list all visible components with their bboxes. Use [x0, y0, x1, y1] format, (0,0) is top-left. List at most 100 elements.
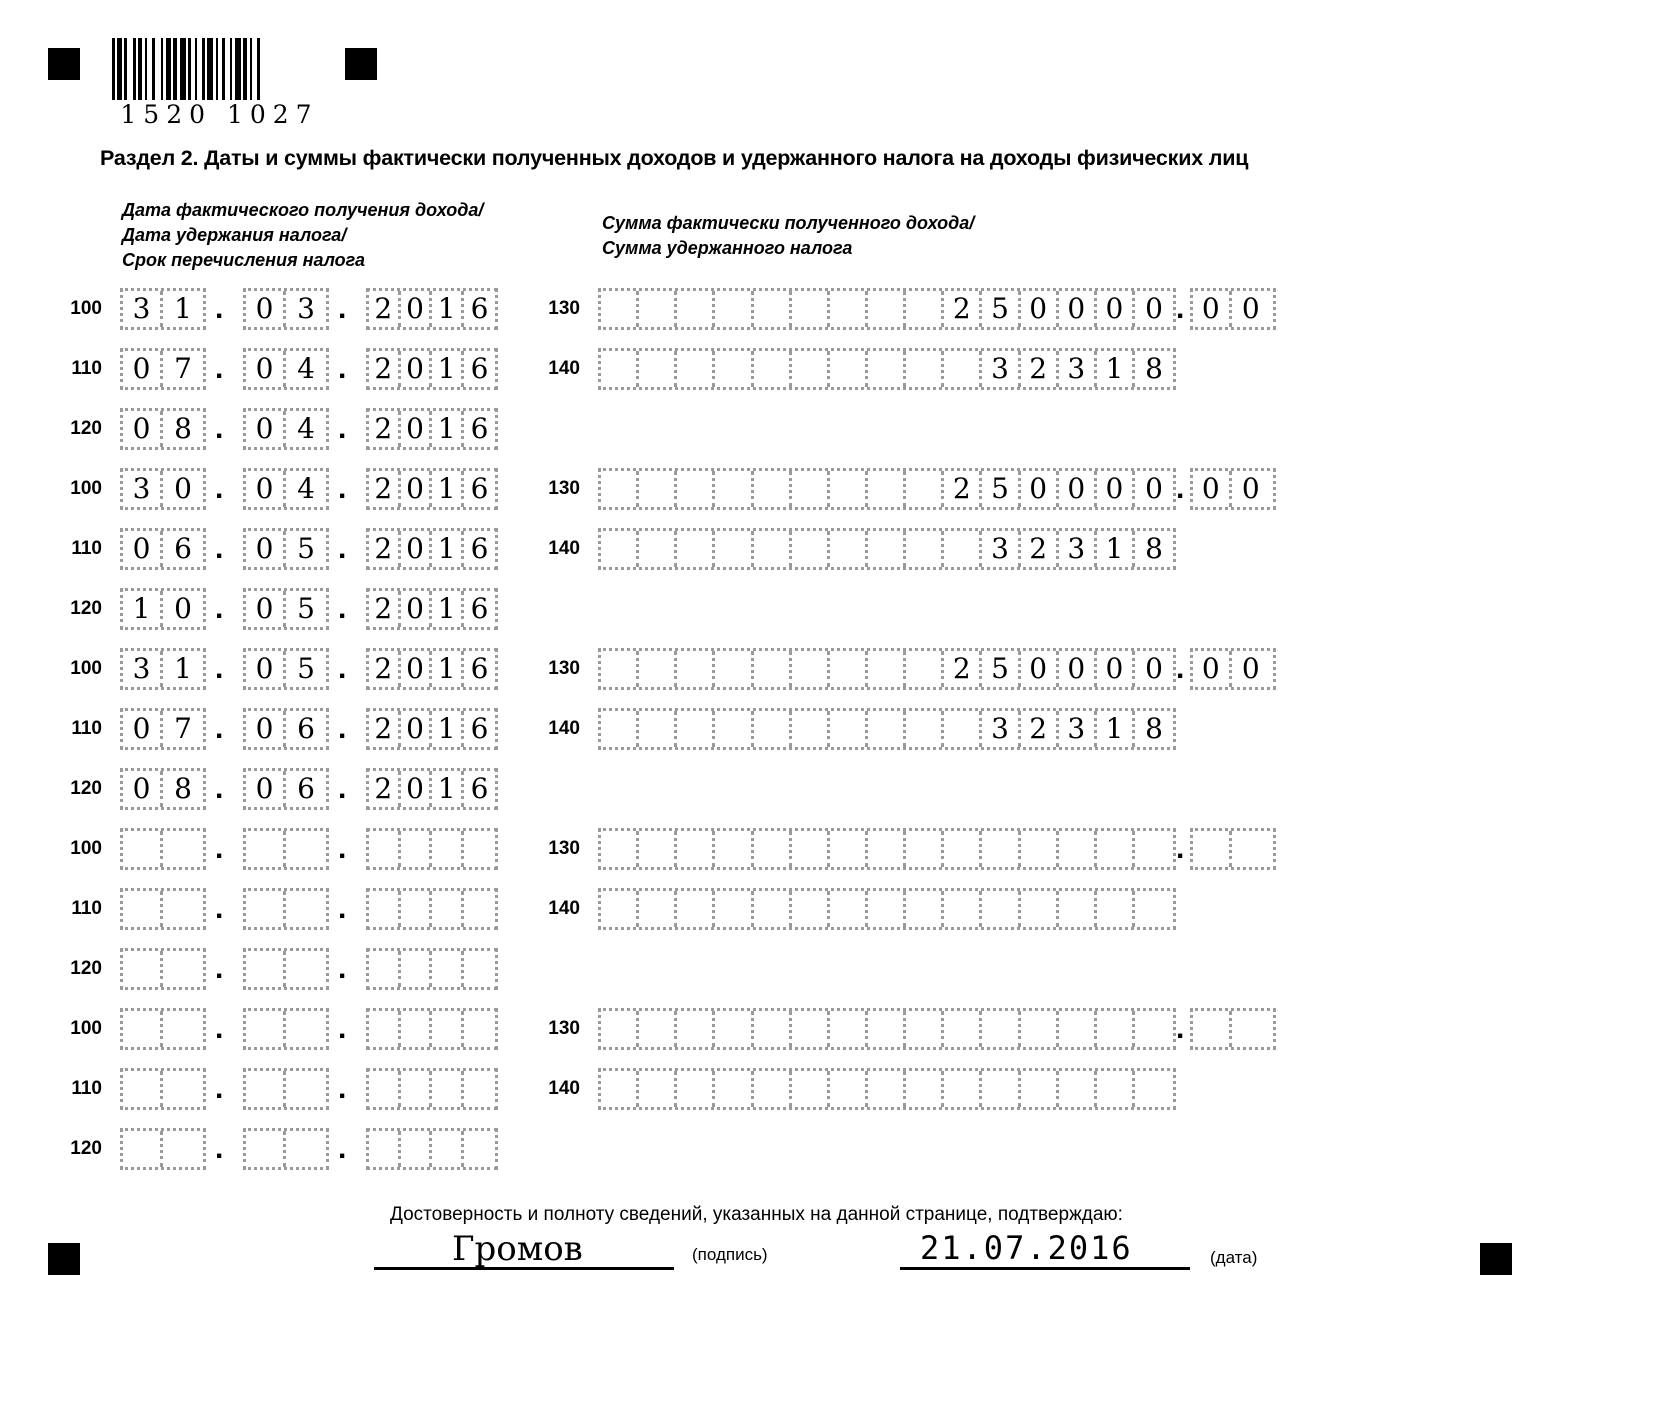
cell[interactable]: 1: [1097, 351, 1135, 387]
cell[interactable]: 0: [123, 711, 163, 747]
cell[interactable]: [868, 1071, 907, 1107]
cell[interactable]: 2: [369, 291, 401, 327]
cell[interactable]: [246, 891, 286, 927]
date-year-field-120-0[interactable]: 2016: [366, 408, 498, 450]
cell[interactable]: 0: [246, 651, 286, 687]
date-day-field-100-2[interactable]: 31: [120, 648, 206, 690]
cell[interactable]: [1021, 1071, 1059, 1107]
cell[interactable]: [601, 891, 640, 927]
cell[interactable]: [1097, 831, 1135, 867]
cell[interactable]: 3: [982, 351, 1021, 387]
cell[interactable]: 2: [369, 771, 401, 807]
cell[interactable]: [944, 891, 983, 927]
cell[interactable]: [982, 1011, 1021, 1047]
cell[interactable]: 2: [369, 591, 401, 627]
cell[interactable]: 6: [464, 771, 495, 807]
date-year-field-110-3[interactable]: [366, 888, 498, 930]
cell[interactable]: [754, 351, 792, 387]
cell[interactable]: 0: [123, 411, 163, 447]
cell[interactable]: [246, 1011, 286, 1047]
cell[interactable]: [1021, 1011, 1059, 1047]
cell[interactable]: 0: [1097, 651, 1135, 687]
cell[interactable]: 6: [464, 411, 495, 447]
cell[interactable]: [715, 471, 754, 507]
cell[interactable]: [639, 891, 678, 927]
cell[interactable]: 8: [1135, 531, 1173, 567]
cell[interactable]: 8: [163, 411, 203, 447]
cell[interactable]: [1193, 831, 1232, 867]
cell[interactable]: 1: [432, 471, 465, 507]
cell[interactable]: [754, 711, 792, 747]
cell[interactable]: 0: [123, 351, 163, 387]
cell[interactable]: [830, 651, 868, 687]
cell[interactable]: 5: [982, 471, 1021, 507]
cell[interactable]: [464, 1011, 495, 1047]
cell[interactable]: 0: [1021, 471, 1059, 507]
cell[interactable]: 3: [286, 291, 326, 327]
amount-decimal-field-130-1[interactable]: 00: [1190, 468, 1276, 510]
cell[interactable]: [1097, 891, 1135, 927]
cell[interactable]: [715, 651, 754, 687]
cell[interactable]: [868, 891, 907, 927]
date-day-field-120-2[interactable]: 08: [120, 768, 206, 810]
cell[interactable]: [639, 1071, 678, 1107]
cell[interactable]: 0: [1021, 651, 1059, 687]
cell[interactable]: [906, 291, 945, 327]
cell[interactable]: 0: [1193, 471, 1232, 507]
cell[interactable]: [601, 1011, 640, 1047]
cell[interactable]: [715, 351, 754, 387]
amount-main-field-130-3[interactable]: [598, 828, 1176, 870]
cell[interactable]: 2: [1021, 711, 1059, 747]
cell[interactable]: 6: [286, 771, 326, 807]
cell[interactable]: 2: [1021, 351, 1059, 387]
cell[interactable]: [754, 531, 792, 567]
cell[interactable]: [401, 951, 433, 987]
date-day-field-100-0[interactable]: 31: [120, 288, 206, 330]
cell[interactable]: [1021, 891, 1059, 927]
date-day-field-100-4[interactable]: [120, 1008, 206, 1050]
cell[interactable]: [944, 1011, 983, 1047]
cell[interactable]: [754, 1071, 792, 1107]
cell[interactable]: 0: [246, 291, 286, 327]
cell[interactable]: [1135, 891, 1173, 927]
date-month-field-100-4[interactable]: [243, 1008, 329, 1050]
cell[interactable]: [715, 1011, 754, 1047]
cell[interactable]: 4: [286, 411, 326, 447]
cell[interactable]: [432, 951, 465, 987]
cell[interactable]: 0: [1135, 651, 1173, 687]
cell[interactable]: [1232, 831, 1271, 867]
cell[interactable]: 2: [369, 711, 401, 747]
cell[interactable]: [792, 531, 830, 567]
cell[interactable]: 0: [163, 591, 203, 627]
cell[interactable]: 0: [1097, 291, 1135, 327]
cell[interactable]: [601, 711, 640, 747]
cell[interactable]: [677, 1011, 716, 1047]
cell[interactable]: [401, 1071, 433, 1107]
cell[interactable]: [369, 1011, 401, 1047]
cell[interactable]: [286, 1011, 326, 1047]
cell[interactable]: 1: [1097, 531, 1135, 567]
cell[interactable]: [1021, 831, 1059, 867]
cell[interactable]: 6: [286, 711, 326, 747]
cell[interactable]: 0: [1193, 651, 1232, 687]
cell[interactable]: [163, 1131, 203, 1167]
cell[interactable]: [123, 1131, 163, 1167]
date-month-field-100-2[interactable]: 05: [243, 648, 329, 690]
cell[interactable]: 6: [163, 531, 203, 567]
cell[interactable]: [432, 891, 465, 927]
date-day-field-110-1[interactable]: 06: [120, 528, 206, 570]
cell[interactable]: 2: [369, 351, 401, 387]
cell[interactable]: 0: [163, 471, 203, 507]
date-year-field-100-2[interactable]: 2016: [366, 648, 498, 690]
cell[interactable]: [792, 1011, 830, 1047]
cell[interactable]: 0: [1059, 471, 1097, 507]
cell[interactable]: 0: [401, 531, 433, 567]
date-month-field-120-0[interactable]: 04: [243, 408, 329, 450]
cell[interactable]: 6: [464, 711, 495, 747]
cell[interactable]: [369, 1071, 401, 1107]
date-day-field-110-0[interactable]: 07: [120, 348, 206, 390]
cell[interactable]: [286, 1131, 326, 1167]
cell[interactable]: [163, 1071, 203, 1107]
cell[interactable]: [792, 651, 830, 687]
cell[interactable]: [639, 831, 678, 867]
